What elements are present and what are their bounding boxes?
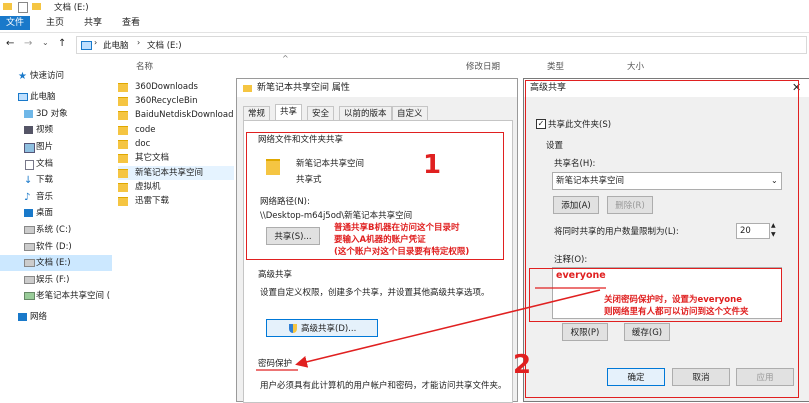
annotation-arrows: [256, 287, 606, 371]
arrow-to-password-protection: [295, 289, 601, 368]
